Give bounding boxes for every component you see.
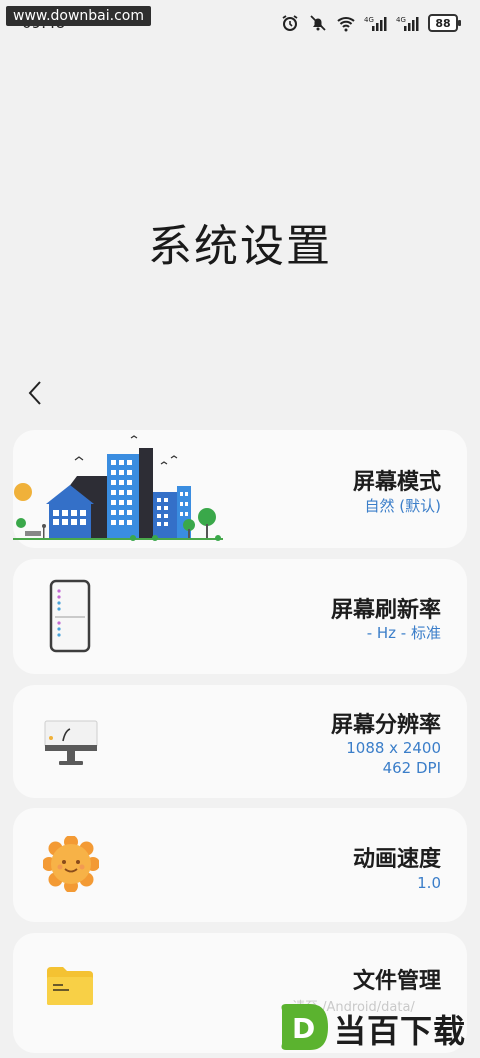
status-bar: 09:48 www.downbai.com 4G 4G 88 xyxy=(0,0,480,48)
wifi-icon xyxy=(336,13,356,33)
status-icons: 4G 4G 88 xyxy=(280,13,461,33)
sun-face-icon xyxy=(42,835,100,896)
back-button[interactable] xyxy=(22,378,52,408)
screen-mode-card[interactable]: 屏幕模式 自然 (默认) xyxy=(13,430,467,548)
mute-bell-icon xyxy=(308,13,328,33)
chevron-left-icon xyxy=(28,381,41,405)
city-illustration-icon xyxy=(13,430,233,552)
resolution-title: 屏幕分辨率 xyxy=(330,713,441,738)
animation-speed-card[interactable]: 动画速度 1.0 xyxy=(13,808,467,922)
watermark-banner: www.downbai.com xyxy=(6,6,151,26)
refresh-rate-title: 屏幕刷新率 xyxy=(330,598,441,623)
resolution-dpi: 462 DPI xyxy=(382,759,441,777)
alarm-icon xyxy=(280,13,300,33)
refresh-rate-card[interactable]: 屏幕刷新率 - Hz - 标准 xyxy=(13,559,467,674)
network-2-label: 4G xyxy=(396,16,406,24)
site-logo-text: 当百下载 xyxy=(334,1012,467,1050)
resolution-card[interactable]: 屏幕分辨率 1088 x 2400 462 DPI xyxy=(13,685,467,798)
monitor-icon xyxy=(43,719,99,773)
page-title: 系统设置 xyxy=(148,221,332,272)
screen-mode-title: 屏幕模式 xyxy=(352,470,441,495)
folder-icon xyxy=(45,965,95,1011)
signal-1-icon: 4G xyxy=(364,13,388,33)
logo-mark-icon: D xyxy=(281,1004,328,1050)
battery-indicator: 88 xyxy=(428,14,461,32)
screen-mode-value: 自然 (默认) xyxy=(364,497,441,515)
logo-letter: D xyxy=(292,1012,315,1045)
signal-2-icon: 4G xyxy=(396,13,420,33)
refresh-rate-value: - Hz - 标准 xyxy=(366,624,441,642)
network-1-label: 4G xyxy=(364,16,374,24)
phone-screen-icon xyxy=(49,579,91,657)
animation-speed-value: 1.0 xyxy=(417,874,441,892)
animation-speed-title: 动画速度 xyxy=(352,847,441,872)
resolution-value: 1088 x 2400 xyxy=(346,739,441,757)
file-manager-title: 文件管理 xyxy=(352,969,441,994)
